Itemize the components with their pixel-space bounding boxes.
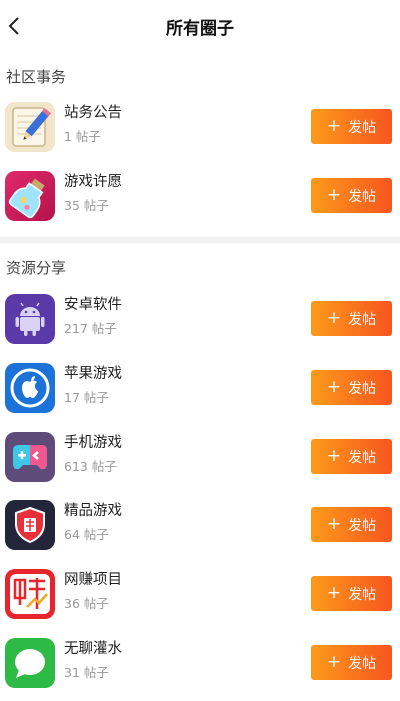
item-name: 手机游戏 <box>64 435 122 451</box>
plus-icon: + <box>326 652 342 672</box>
post-button-label: 发帖 <box>348 449 377 466</box>
chat-bubble-icon <box>5 638 55 688</box>
android-icon <box>5 294 55 344</box>
post-button[interactable]: + 发帖 <box>311 109 392 144</box>
list-item[interactable]: 站务公告 1 帖子 + 发帖 <box>0 98 400 158</box>
quality-shield-icon <box>5 500 55 550</box>
post-button-label: 发帖 <box>348 586 377 603</box>
item-name: 站务公告 <box>64 105 122 121</box>
plus-icon: + <box>326 446 342 466</box>
notepad-pencil-icon <box>5 102 55 152</box>
list-item[interactable]: 游戏许愿 35 帖子 + 发帖 <box>0 167 400 227</box>
list-item[interactable]: 手机游戏 613 帖子 + 发帖 <box>0 428 400 488</box>
plus-icon: + <box>326 116 342 136</box>
list-item[interactable]: 无聊灌水 31 帖子 + 发帖 <box>0 634 400 694</box>
plus-icon: + <box>326 185 342 205</box>
item-name: 无聊灌水 <box>64 641 122 657</box>
item-post-count: 17 帖子 <box>64 390 109 405</box>
plus-icon: + <box>326 377 342 397</box>
plus-icon: + <box>326 514 342 534</box>
post-button-label: 发帖 <box>348 517 377 534</box>
item-name: 精品游戏 <box>64 503 122 519</box>
section-title-community: 社区事务 <box>6 68 67 86</box>
gamepad-icon <box>5 432 55 482</box>
item-post-count: 36 帖子 <box>64 596 109 611</box>
wish-bottle-icon <box>5 171 55 221</box>
item-post-count: 1 帖子 <box>64 129 101 144</box>
plus-icon: + <box>326 583 342 603</box>
post-button-label: 发帖 <box>348 188 377 205</box>
post-button[interactable]: + 发帖 <box>311 178 392 213</box>
list-item[interactable]: 网赚项目 36 帖子 + 发帖 <box>0 565 400 625</box>
item-name: 苹果游戏 <box>64 366 122 382</box>
post-button[interactable]: + 发帖 <box>311 576 392 611</box>
post-button[interactable]: + 发帖 <box>311 507 392 542</box>
header-bar: 所有圈子 <box>0 0 400 52</box>
plus-icon: + <box>326 308 342 328</box>
list-item[interactable]: 苹果游戏 17 帖子 + 发帖 <box>0 359 400 419</box>
item-post-count: 613 帖子 <box>64 459 117 474</box>
item-post-count: 35 帖子 <box>64 198 109 213</box>
page-title: 所有圈子 <box>166 19 234 39</box>
post-button[interactable]: + 发帖 <box>311 439 392 474</box>
item-name: 安卓软件 <box>64 297 122 313</box>
post-button[interactable]: + 发帖 <box>311 370 392 405</box>
list-item[interactable]: 安卓软件 217 帖子 + 发帖 <box>0 290 400 350</box>
apple-icon <box>5 363 55 413</box>
item-post-count: 64 帖子 <box>64 527 109 542</box>
earn-money-icon <box>5 569 55 619</box>
post-button-label: 发帖 <box>348 655 377 672</box>
section-divider <box>0 237 400 243</box>
list-item[interactable]: 精品游戏 64 帖子 + 发帖 <box>0 496 400 556</box>
item-post-count: 217 帖子 <box>64 321 117 336</box>
post-button-label: 发帖 <box>348 119 377 136</box>
item-name: 网赚项目 <box>64 572 122 588</box>
post-button[interactable]: + 发帖 <box>311 301 392 336</box>
post-button[interactable]: + 发帖 <box>311 645 392 680</box>
post-button-label: 发帖 <box>348 311 377 328</box>
section-title-resources: 资源分享 <box>6 259 67 277</box>
item-name: 游戏许愿 <box>64 174 122 190</box>
item-post-count: 31 帖子 <box>64 665 109 680</box>
post-button-label: 发帖 <box>348 380 377 397</box>
